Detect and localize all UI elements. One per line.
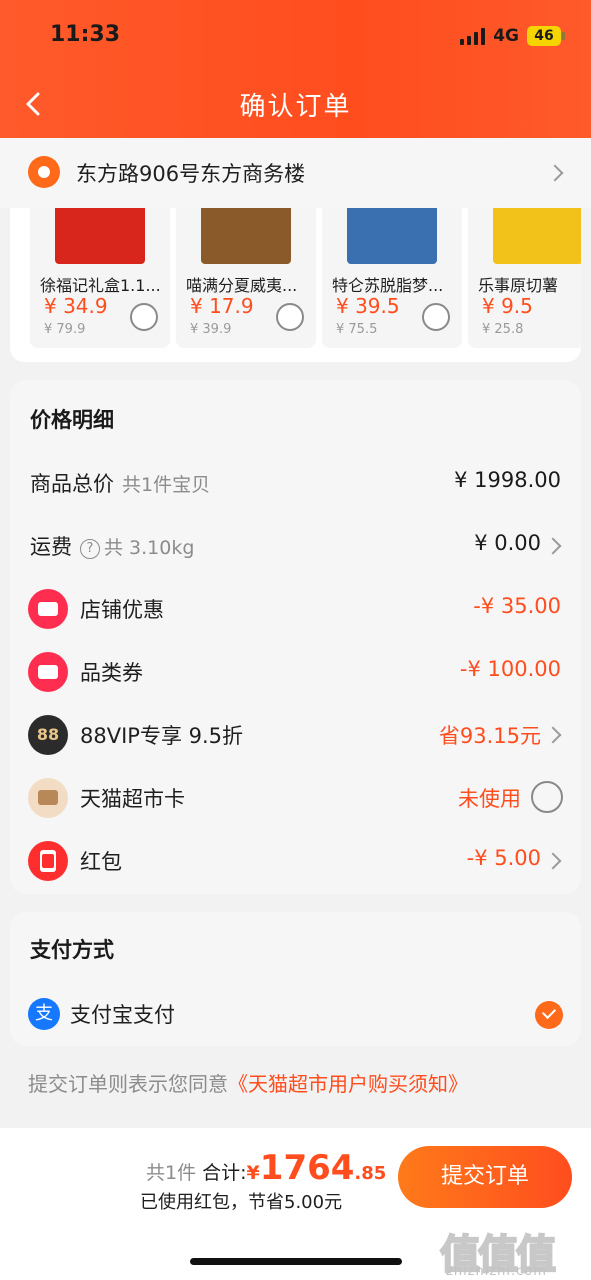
product-original-price: ¥ 75.5 [336,322,378,337]
agreement-link[interactable]: 《天猫超市用户购买须知》 [228,1072,468,1096]
battery-icon: 46 [527,26,565,46]
page-title: 确认订单 [239,92,352,122]
shipping-weight: 共 3.10kg [104,537,195,559]
total-amount-int: 1764 [259,1148,355,1188]
location-pin-icon [28,156,60,188]
product-price: ¥ 34.9 [44,294,108,318]
saved-text: 已使用红包，节省5.00元 [140,1192,343,1213]
shop-discount-row: 店铺优惠 -¥ 35.00 [10,584,581,634]
vip-discount-row[interactable]: 88 88VIP专享 9.5折 省93.15元 [10,710,581,760]
product-image [493,208,581,264]
product-price: ¥ 39.5 [336,294,400,318]
product-card[interactable]: 乐事原切薯 ¥ 9.5 ¥ 25.8 [468,208,581,348]
category-coupon-label: 品类券 [80,661,143,685]
item-count: 共1件 [146,1162,197,1184]
hongbao-row[interactable]: 红包 -¥ 5.00 [10,836,581,886]
chevron-right-icon [544,537,562,555]
category-coupon-row: 品类券 -¥ 100.00 [10,647,581,697]
goods-total-value: ¥ 1998.00 [454,468,561,492]
red-envelope-icon [28,841,68,881]
signal-icon [460,27,486,45]
category-coupon-value: -¥ 100.00 [459,657,561,681]
shipping-row[interactable]: 运费? 共 3.10kg ¥ 0.00 [10,521,581,571]
product-select-radio[interactable] [130,303,158,331]
product-name: 徐福记礼盒1.1... [40,276,161,295]
checkout-bar: 共1件 合计:¥1764.85 已使用红包，节省5.00元 提交订单 值值值 z… [0,1128,591,1280]
chevron-right-icon [544,726,562,744]
address-bar[interactable]: 东方路906号东方商务楼 [0,138,591,208]
coupon-icon [28,652,68,692]
price-detail-card: 价格明细 商品总价 共1件宝贝 ¥ 1998.00 运费? 共 3.10kg ¥ 0… [10,380,581,894]
recommend-products-strip: 徐福记礼盒1.1... ¥ 34.9 ¥ 79.9 喵满分夏威夷... ¥ 17… [10,208,581,362]
product-original-price: ¥ 79.9 [44,322,86,337]
product-image [201,208,291,264]
shop-discount-value: -¥ 35.00 [473,594,561,618]
product-select-radio[interactable] [276,303,304,331]
price-detail-title: 价格明细 [30,408,114,432]
watermark-logo: 值值值 zhizhizhi.com [439,1222,584,1279]
product-card[interactable]: 特仑苏脱脂梦... ¥ 39.5 ¥ 75.5 [322,208,462,348]
product-image [347,208,437,264]
payment-method-radio[interactable] [535,1001,563,1029]
payment-title: 支付方式 [30,938,114,962]
chevron-right-icon [546,164,564,182]
order-total: 共1件 合计:¥1764.85 [146,1148,386,1188]
hongbao-value: -¥ 5.00 [466,846,541,870]
product-name: 乐事原切薯 [478,276,559,295]
watermark-url: zhizhizhi.com [446,1264,547,1279]
coupon-icon [28,589,68,629]
tmall-card-row[interactable]: 天猫超市卡 未使用 [10,773,581,823]
goods-total-count: 共1件宝贝 [122,474,211,496]
chevron-right-icon [544,852,562,870]
vip-discount-value: 省93.15元 [438,724,541,748]
top-bar: 11:33 4G 46 确认订单 [0,0,591,138]
product-card[interactable]: 徐福记礼盒1.1... ¥ 34.9 ¥ 79.9 [30,208,170,348]
status-time: 11:33 [50,22,121,47]
vip-discount-label: 88VIP专享 9.5折 [80,724,244,748]
product-original-price: ¥ 25.8 [482,322,524,337]
product-name: 特仑苏脱脂梦... [332,276,444,295]
tmall-card-status: 未使用 [458,787,521,811]
total-amount-dec: .85 [354,1163,387,1184]
product-price: ¥ 9.5 [482,294,533,318]
submit-order-button[interactable]: 提交订单 [398,1146,572,1208]
shop-discount-label: 店铺优惠 [80,598,164,622]
product-image [55,208,145,264]
product-card[interactable]: 喵满分夏威夷... ¥ 17.9 ¥ 39.9 [176,208,316,348]
hongbao-label: 红包 [80,850,122,874]
network-type: 4G [493,26,519,46]
home-indicator [190,1258,402,1265]
shipping-label: 运费 [30,535,72,559]
goods-total-row: 商品总价 共1件宝贝 ¥ 1998.00 [10,458,581,508]
gift-card-icon [28,778,68,818]
product-select-radio[interactable] [422,303,450,331]
tmall-card-radio[interactable] [531,781,563,813]
payment-method-label[interactable]: 支付宝支付 [70,999,175,1029]
total-currency: ¥ [246,1162,260,1184]
status-icons: 4G 46 [460,26,565,46]
tmall-card-label: 天猫超市卡 [80,787,185,811]
product-name: 喵满分夏威夷... [186,276,298,295]
goods-total-label: 商品总价 [30,472,114,496]
vip-88-icon: 88 [28,715,68,755]
shipping-value: ¥ 0.00 [474,531,541,555]
help-icon[interactable]: ? [80,539,100,559]
alipay-icon: 支 [28,998,60,1030]
address-text: 东方路906号东方商务楼 [76,162,306,186]
total-label: 合计: [202,1162,247,1184]
agreement-prefix: 提交订单则表示您同意 [28,1072,228,1096]
agreement-text: 提交订单则表示您同意《天猫超市用户购买须知》 [28,1068,468,1097]
product-price: ¥ 17.9 [190,294,254,318]
product-original-price: ¥ 39.9 [190,322,232,337]
payment-card: 支付方式 支 支付宝支付 [10,912,581,1046]
